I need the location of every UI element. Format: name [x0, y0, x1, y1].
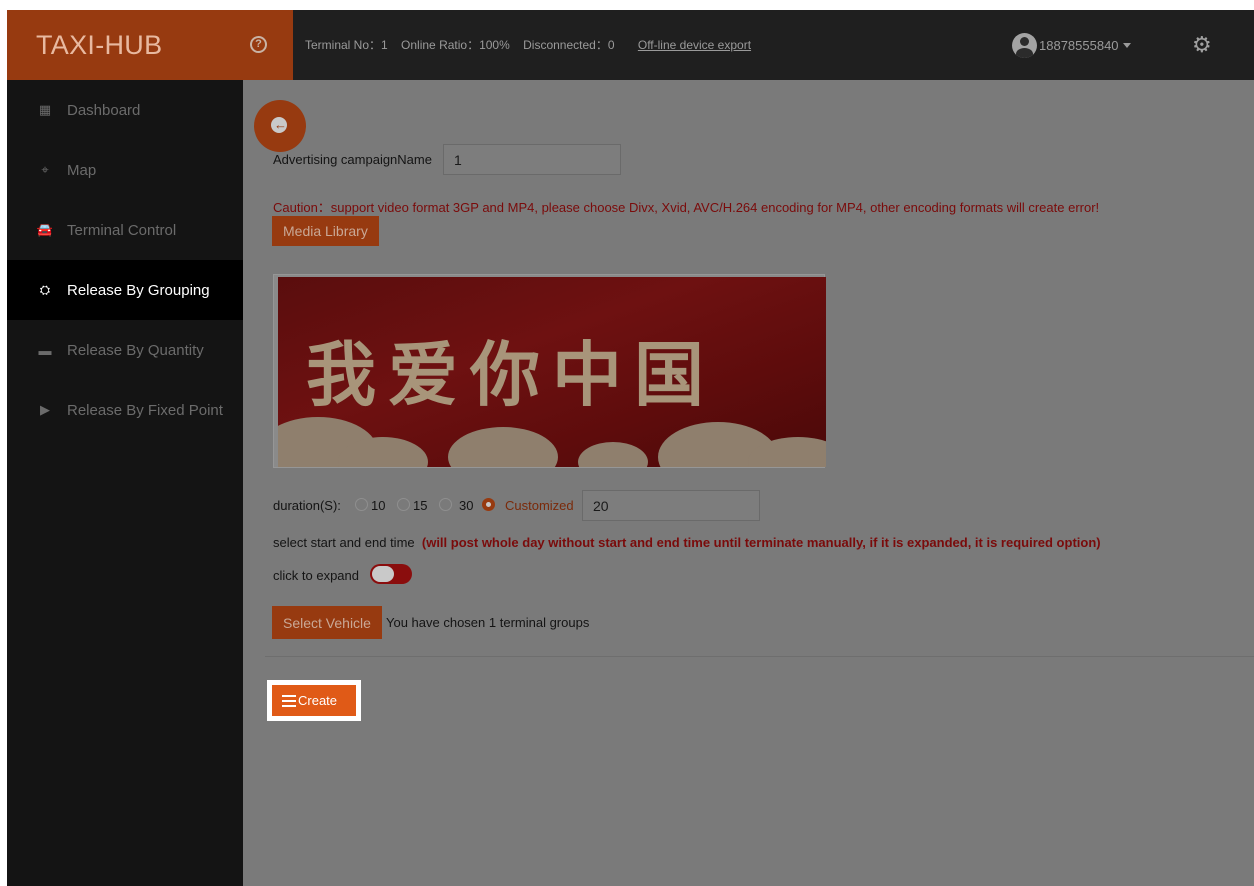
campaign-name-input[interactable] — [443, 144, 621, 175]
duration-option-15: 15 — [413, 498, 428, 513]
duration-radio-10[interactable] — [355, 498, 368, 511]
play-icon: ▶ — [40, 402, 50, 417]
user-phone: 18878555840 — [1039, 37, 1119, 53]
terminal-count: Terminal No：1 — [305, 38, 388, 52]
sidebar-item-label: Release By Grouping — [67, 281, 210, 299]
time-range-label-text: select start and end time — [273, 535, 415, 550]
monitor-icon: ▬ — [38, 342, 52, 358]
duration-radio-15[interactable] — [397, 498, 410, 511]
user-menu[interactable]: 18878555840 — [1012, 32, 1131, 58]
media-preview: 我爱你中国 — [273, 274, 826, 468]
arrow-left-icon: ← — [274, 117, 287, 132]
sidebar-item-release-by-fixed-point[interactable]: ▶ Release By Fixed Point — [7, 380, 243, 440]
banner-image: 我爱你中国 — [278, 277, 826, 467]
gear-icon[interactable]: ⚙ — [1192, 34, 1214, 56]
list-icon — [282, 694, 296, 707]
dashboard-icon: ▦ — [38, 102, 52, 117]
sidebar-item-label: Release By Fixed Point — [67, 401, 223, 419]
help-icon[interactable]: ? — [250, 36, 267, 53]
map-icon: ⌖ — [41, 162, 49, 177]
campaign-name-label: Advertising campaignName — [273, 152, 432, 167]
sidebar: ▦ Dashboard ⌖ Map 🚘 Terminal Control ⛭ R… — [7, 80, 243, 886]
online-ratio: Online Ratio：100% — [401, 38, 510, 52]
sidebar-item-release-by-quantity[interactable]: ▬ Release By Quantity — [7, 320, 243, 380]
duration-option-30: 30 — [459, 498, 474, 513]
top-header: TAXI-HUB ? Terminal No：1 Online Ratio：10… — [7, 10, 1254, 80]
media-library-button[interactable]: Media Library — [272, 216, 379, 246]
caution-text: Caution：support video format 3GP and MP4… — [273, 200, 1100, 215]
expand-toggle[interactable] — [370, 564, 412, 584]
disconnected-count: Disconnected：0 — [523, 38, 615, 52]
expand-label: click to expand — [273, 568, 359, 583]
duration-custom-input[interactable] — [582, 490, 760, 521]
create-button[interactable]: Create — [272, 685, 356, 716]
time-range-label: select start and end time (will post who… — [273, 535, 1101, 550]
duration-option-10: 10 — [371, 498, 386, 513]
main-content: ← Advertising campaignName Caution：suppo… — [243, 80, 1254, 886]
select-vehicle-button[interactable]: Select Vehicle — [272, 606, 382, 639]
sidebar-item-release-by-grouping[interactable]: ⛭ Release By Grouping — [7, 260, 243, 320]
sidebar-item-label: Release By Quantity — [67, 341, 204, 359]
sidebar-item-label: Map — [67, 161, 97, 179]
sidebar-item-dashboard[interactable]: ▦ Dashboard — [7, 80, 243, 140]
group-icon: ⛭ — [39, 282, 51, 297]
duration-radio-30[interactable] — [439, 498, 452, 511]
banner-text: 我爱你中国 — [306, 333, 716, 416]
user-avatar-icon — [1012, 32, 1037, 58]
chevron-down-icon — [1122, 42, 1131, 48]
header-stats: Terminal No：1 Online Ratio：100% Disconne… — [305, 10, 761, 80]
sidebar-item-terminal-control[interactable]: 🚘 Terminal Control — [7, 200, 243, 260]
duration-option-customized: Customized — [505, 498, 574, 513]
app-window: TAXI-HUB ? Terminal No：1 Online Ratio：10… — [7, 10, 1254, 886]
car-icon: 🚘 — [36, 222, 54, 237]
chosen-groups-text: You have chosen 1 terminal groups — [386, 615, 590, 630]
sidebar-item-map[interactable]: ⌖ Map — [7, 140, 243, 200]
offline-export-link[interactable]: Off-line device export — [638, 38, 751, 52]
divider — [265, 656, 1254, 657]
sidebar-item-label: Dashboard — [67, 101, 141, 119]
time-range-note: (will post whole day without start and e… — [421, 535, 1101, 550]
sidebar-item-label: Terminal Control — [67, 221, 177, 239]
duration-radio-customized[interactable] — [482, 498, 495, 511]
duration-label: duration(S): — [273, 498, 341, 513]
back-button[interactable]: ← — [254, 100, 306, 152]
create-label: Create — [298, 693, 338, 708]
